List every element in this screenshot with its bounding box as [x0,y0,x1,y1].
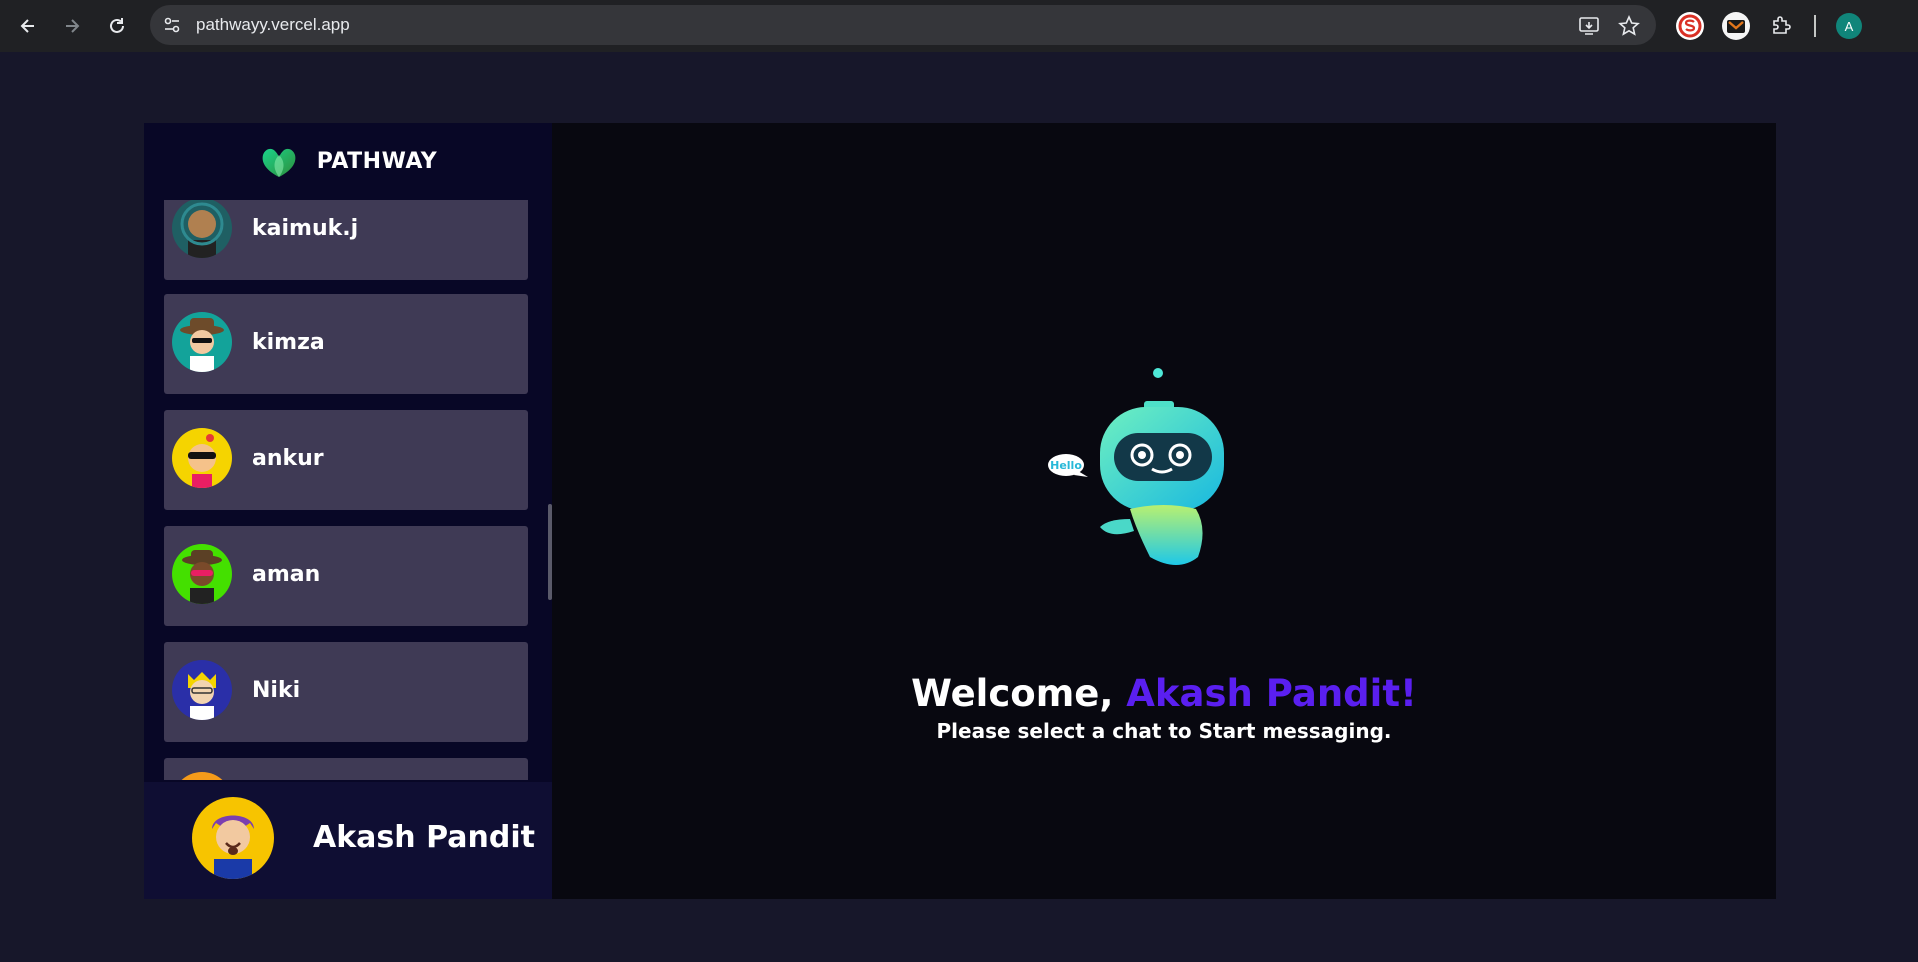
contact-name: ankur [252,446,324,471]
chat-app: PATHWAY kaimuk.j kimza ankur aman Niki A… [144,123,1776,899]
current-user-bar[interactable]: Akash Pandit [144,782,552,899]
extensions-button[interactable] [1765,10,1797,42]
contact-name: kaimuk.j [252,216,359,241]
reload-icon [110,18,124,33]
contact-name: aman [252,562,321,587]
contact-item-niki[interactable]: Niki [164,642,528,742]
contact-item-kaimuk[interactable]: kaimuk.j [164,200,528,280]
extension-metamask-button[interactable] [1720,10,1752,42]
extension-s-button[interactable] [1674,10,1706,42]
robot-mascot-icon: Hello [1048,368,1224,565]
contact-item-ankur[interactable]: ankur [164,410,528,510]
back-button[interactable] [12,10,44,42]
welcome-prefix: Welcome, [911,672,1127,715]
avatar [172,200,232,258]
current-user-avatar[interactable] [192,797,274,879]
contact-item-aman[interactable]: aman [164,526,528,626]
contact-name: Niki [252,678,301,703]
profile-avatar[interactable]: A [1836,13,1862,39]
url-text[interactable]: pathwayy.vercel.app [196,15,350,35]
pathway-logo-icon [262,148,296,177]
contact-name: kimza [252,330,325,355]
forward-button[interactable] [56,10,88,42]
puzzle-icon [1773,16,1791,34]
sidebar: PATHWAY kaimuk.j kimza ankur aman Niki A… [144,123,552,899]
chat-area: Hello Welcome, Akash Pandit! Please sele… [552,123,1776,899]
avatar [172,312,232,372]
site-settings-icon[interactable] [162,15,182,35]
contact-item-kimza[interactable]: kimza [164,294,528,394]
install-app-icon[interactable] [1578,15,1600,37]
brand-header: PATHWAY [144,123,552,200]
avatar [172,428,232,488]
bubble-text: Hello [1050,459,1082,472]
arrow-left-icon [20,19,34,33]
contact-list[interactable]: kaimuk.j kimza ankur aman Niki [164,200,528,780]
current-user-name: Akash Pandit [313,820,535,855]
avatar [172,772,232,780]
avatar [172,544,232,604]
welcome-user-name: Akash Pandit! [1126,672,1417,715]
reload-button[interactable] [101,10,133,42]
welcome-subtitle: Please select a chat to Start messaging. [936,719,1392,743]
toolbar-divider [1814,15,1816,37]
brand-name: PATHWAY [316,149,438,174]
arrow-right-icon [66,19,80,33]
address-bar[interactable]: pathwayy.vercel.app [150,5,1656,45]
browser-toolbar: pathwayy.vercel.app A [0,0,1918,52]
avatar [172,660,232,720]
contact-item-partial[interactable] [164,758,528,780]
bookmark-star-icon[interactable] [1618,15,1640,37]
extension-fox-icon [1722,12,1750,40]
welcome-heading: Welcome, Akash Pandit! [552,672,1776,715]
extension-s-icon [1676,12,1704,40]
